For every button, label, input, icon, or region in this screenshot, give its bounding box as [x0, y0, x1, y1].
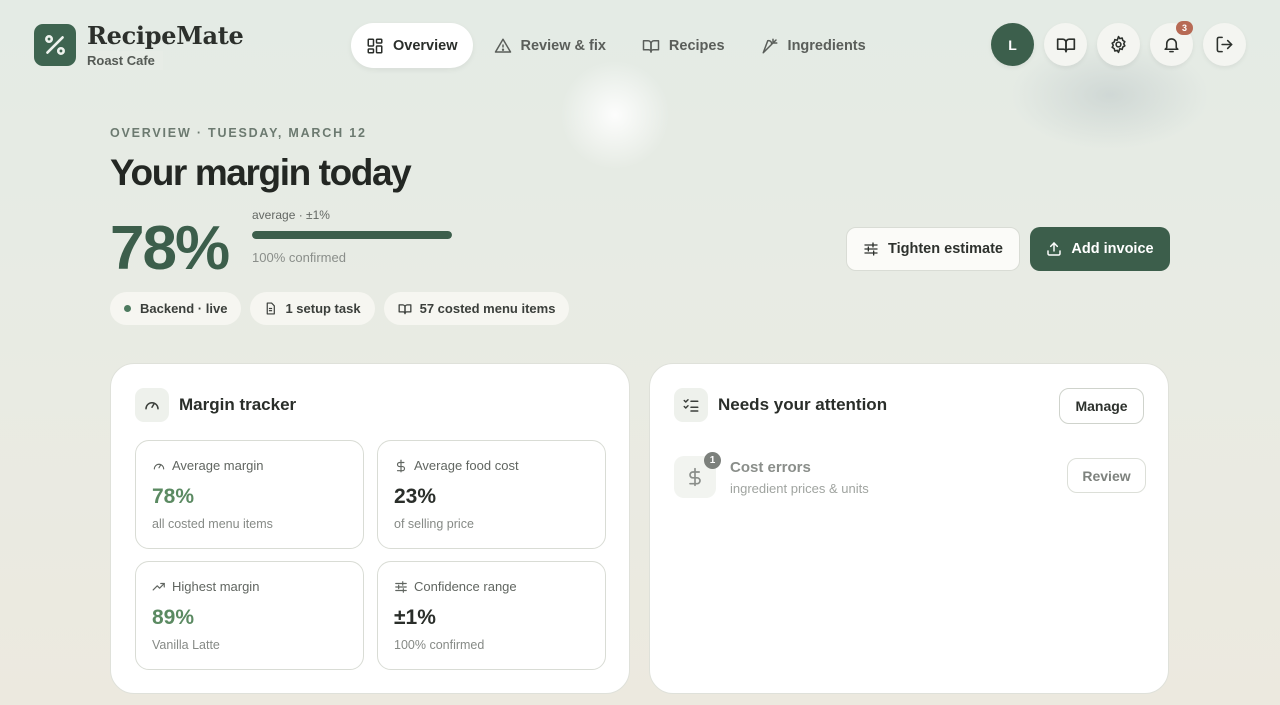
book-open-icon: [398, 303, 412, 314]
progress-fill: [252, 231, 452, 239]
nav-ingredients[interactable]: Ingredients: [746, 23, 881, 68]
grid-icon: [367, 38, 383, 53]
setup-task-pill[interactable]: 1 setup task: [250, 292, 375, 325]
tighten-estimate-button[interactable]: Tighten estimate: [846, 227, 1020, 271]
nav-overview[interactable]: Overview: [351, 23, 473, 68]
nav-label: Overview: [393, 37, 458, 54]
trending-up-icon: [152, 582, 165, 590]
stat-label: Confidence range: [414, 579, 517, 594]
settings-button[interactable]: [1097, 23, 1140, 66]
nav-label: Recipes: [668, 37, 725, 54]
stat-value: 89%: [152, 606, 195, 629]
bell-icon: [1164, 38, 1179, 53]
review-button[interactable]: Review: [1067, 458, 1146, 493]
nav-label: Review & fix: [520, 37, 606, 54]
stat-average-margin: Average margin 78% all costed menu items: [135, 440, 364, 549]
button-label: Tighten estimate: [888, 241, 1003, 257]
status-dot: [124, 305, 131, 312]
status-pills: Backend · live 1 setup task 57 costed me…: [110, 292, 570, 325]
header-actions: L 3: [991, 21, 1246, 66]
attention-sub: ingredient prices & units: [730, 481, 869, 496]
upload-icon: [1047, 242, 1062, 256]
manage-button[interactable]: Manage: [1059, 388, 1144, 424]
pill-label: Backend · live: [140, 301, 228, 316]
gear-icon: [1111, 35, 1126, 54]
card-title: Needs your attention: [718, 395, 888, 414]
avatar[interactable]: L: [991, 23, 1034, 66]
card-title: Margin tracker: [179, 395, 297, 414]
stat-value: 78%: [152, 485, 195, 508]
pill-label: 57 costed menu items: [419, 301, 556, 316]
percent-icon: [34, 24, 76, 66]
stat-highest-margin: Highest margin 89% Vanilla Latte: [135, 561, 364, 670]
carrot-icon: [762, 38, 778, 53]
notification-badge: 3: [1176, 21, 1193, 35]
stat-label: Average food cost: [414, 458, 519, 473]
stat-sub: 100% confirmed: [394, 638, 485, 652]
margin-tracker-card: Margin tracker Average margin 78% all co…: [110, 363, 630, 694]
location-name: Roast Cafe: [87, 51, 163, 70]
sliders-icon: [864, 242, 878, 256]
stat-label: Highest margin: [172, 579, 260, 594]
range-label: average · ±1%: [252, 208, 330, 222]
backend-status-pill: Backend · live: [110, 292, 242, 325]
menu-items-pill[interactable]: 57 costed menu items: [383, 292, 570, 325]
background-glow: [560, 60, 670, 170]
button-label: Add invoice: [1071, 241, 1154, 257]
stat-sub: of selling price: [394, 517, 474, 531]
book-open-icon: [642, 39, 660, 53]
stat-label: Average margin: [172, 458, 264, 473]
stat-confidence-range: Confidence range ±1% 100% confirmed: [377, 561, 606, 670]
notifications-button[interactable]: 3: [1150, 21, 1193, 66]
logout-icon: [1216, 36, 1233, 53]
attention-title: Cost errors: [730, 459, 811, 476]
stat-sub: Vanilla Latte: [152, 638, 220, 652]
page-title: Your margin today: [110, 152, 412, 193]
pill-label: 1 setup task: [285, 301, 361, 316]
brand[interactable]: RecipeMate Roast Cafe: [34, 21, 244, 70]
margin-value: 78%: [110, 214, 230, 283]
stat-value: ±1%: [394, 606, 436, 629]
checklist-icon: [674, 388, 708, 422]
add-invoice-button[interactable]: Add invoice: [1030, 227, 1170, 271]
book-icon: [1056, 37, 1075, 53]
attention-card: Needs your attention Manage 1 Cost error…: [649, 363, 1169, 694]
date-eyebrow: OVERVIEW · TUESDAY, MARCH 12: [110, 126, 367, 140]
logout-button[interactable]: [1203, 23, 1246, 66]
attention-item-cost-errors[interactable]: 1 Cost errors ingredient prices & units …: [674, 452, 1146, 498]
count-badge: 1: [704, 452, 721, 469]
nav-review-fix[interactable]: Review & fix: [479, 23, 621, 68]
warning-icon: [494, 38, 511, 53]
app-name: RecipeMate: [87, 21, 244, 50]
stat-value: 23%: [394, 485, 437, 508]
dollar-icon: [396, 459, 406, 472]
main-nav: Overview Review & fix Recipes Ingredient…: [351, 23, 881, 68]
stat-average-food-cost: Average food cost 23% of selling price: [377, 440, 606, 549]
gauge-icon: [135, 388, 169, 422]
stat-sub: all costed menu items: [152, 517, 273, 531]
confirmed-label: 100% confirmed: [252, 250, 346, 265]
gauge-icon: [153, 463, 165, 469]
nav-label: Ingredients: [787, 37, 866, 54]
document-icon: [267, 302, 276, 315]
nav-recipes[interactable]: Recipes: [627, 23, 740, 68]
sliders-icon: [395, 580, 407, 593]
docs-button[interactable]: [1044, 23, 1087, 66]
confirmed-progress-bar: [252, 231, 452, 239]
